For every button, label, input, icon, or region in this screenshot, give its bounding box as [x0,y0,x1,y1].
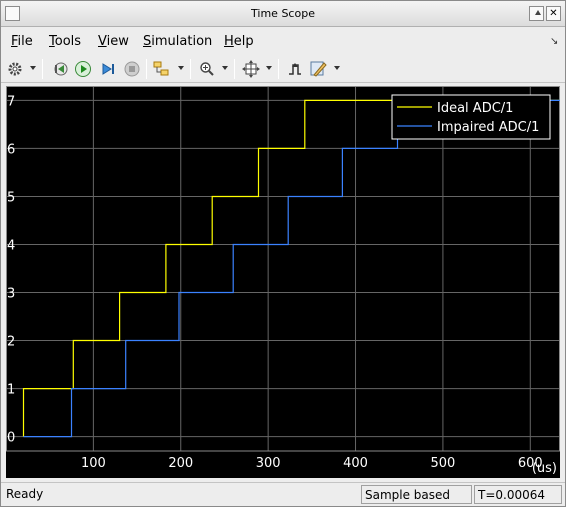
x-tick-label: 500 [430,456,455,471]
undock-icon[interactable]: ↘ [550,36,558,47]
toolbar [1,55,565,83]
run-icon[interactable] [73,59,93,79]
x-tick-label: 100 [81,456,106,471]
plot-frame [6,86,560,452]
legend-label: Ideal ADC/1 [437,101,513,116]
fit-dropdown-icon[interactable] [266,66,272,70]
gear-dropdown-icon[interactable] [30,66,36,70]
menu-tools[interactable]: Tools [49,34,81,49]
scope-display[interactable]: 100 200 300 400 500 600 0 1 2 3 4 5 6 7 (us) Ideal ADC/… [6,86,560,478]
maximize-button[interactable] [529,6,544,21]
highlight-block-icon[interactable] [152,59,172,79]
menu-file[interactable]: File [11,34,33,49]
legend: Ideal ADC/1 Impaired ADC/1 [391,94,551,140]
x-tick-label: 200 [168,456,193,471]
stop-icon[interactable] [122,59,142,79]
menu-help[interactable]: Help [224,34,254,49]
window-title: Time Scope [251,7,315,20]
menu-bar: File Tools View Simulation Help ↘ [1,28,565,54]
highlight-dropdown-icon[interactable] [178,66,184,70]
series-impaired-line [23,99,560,438]
zoom-dropdown-icon[interactable] [222,66,228,70]
title-bar[interactable]: Time Scope ✕ [1,1,565,27]
time-scope-window: Time Scope ✕ File Tools View Simulation … [0,0,566,507]
y-tick-label: 4 [7,238,15,253]
menu-simulation[interactable]: Simulation [143,34,212,49]
style-dropdown-icon[interactable] [334,66,340,70]
close-button[interactable]: ✕ [546,6,561,21]
legend-label: Impaired ADC/1 [437,120,539,135]
fit-view-icon[interactable] [241,59,261,79]
y-tick-label: 7 [7,94,15,109]
status-mode: Sample based [361,485,472,504]
x-tick-label: 400 [343,456,368,471]
y-tick-label: 6 [7,142,15,157]
x-axis-label: (us) [532,461,557,476]
y-tick-label: 2 [7,335,15,350]
gear-icon[interactable] [5,59,25,79]
style-icon[interactable] [308,59,328,79]
y-tick-label: 1 [7,383,15,398]
triggers-icon[interactable] [285,59,305,79]
status-bar: Ready Sample based T=0.00064 [1,482,565,506]
zoom-in-icon[interactable] [197,59,217,79]
x-tick-label: 300 [256,456,281,471]
series-ideal-line [22,99,560,437]
menu-view[interactable]: View [98,34,129,49]
y-tick-label: 3 [7,287,15,302]
scope-chart[interactable]: 100 200 300 400 500 60001234567(us)Ideal ADC/… [6,86,560,478]
status-time: T=0.00064 [474,485,562,504]
y-tick-label: 5 [7,190,15,205]
step-forward-icon[interactable] [98,59,118,79]
status-state: Ready [6,487,44,501]
y-tick-label: 0 [7,431,15,446]
step-back-icon[interactable] [50,59,70,79]
